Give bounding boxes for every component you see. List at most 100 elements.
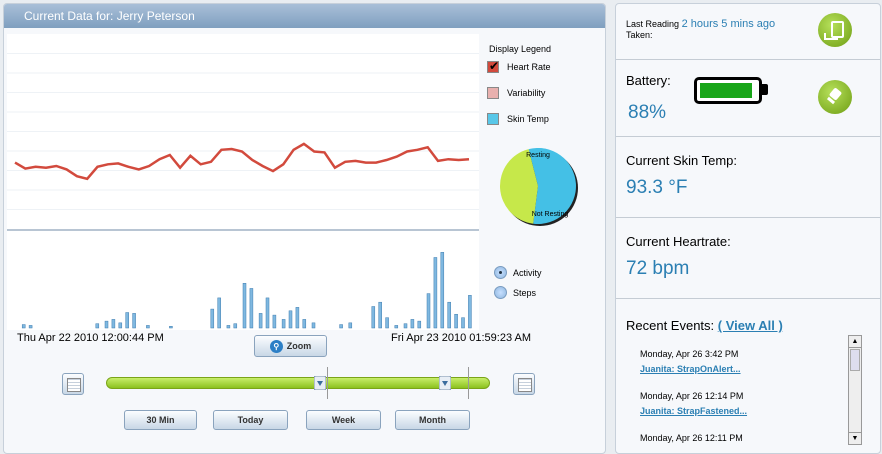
view-all-link[interactable]: ( View All ) xyxy=(718,318,783,333)
activity-bar xyxy=(242,283,247,329)
slider-start-thumb[interactable] xyxy=(314,376,326,390)
pie-label-resting: Resting xyxy=(526,152,550,159)
steps-radio[interactable] xyxy=(494,286,507,299)
range-end: Fri Apr 23 2010 01:59:23 AM xyxy=(391,332,532,344)
variability-checkbox[interactable] xyxy=(487,87,499,99)
events-scrollbar[interactable]: ▲ ▼ xyxy=(848,335,862,445)
activity-bar xyxy=(272,314,277,329)
scroll-thumb[interactable] xyxy=(850,349,860,371)
range-30min-button[interactable]: 30 Min xyxy=(124,410,197,430)
heartrate-section: Current Heartrate: 72 bpm xyxy=(616,218,880,299)
event-date: Monday, Apr 26 12:14 PM xyxy=(640,391,744,401)
activity-bar xyxy=(281,319,286,329)
battery-section: Battery: 88% xyxy=(616,60,880,137)
activity-bar xyxy=(302,319,307,329)
event-link[interactable]: Juanita: StrapFastened... xyxy=(640,406,747,416)
activity-bar xyxy=(258,313,263,329)
activity-bar xyxy=(385,317,389,329)
activity-bar xyxy=(28,325,33,329)
patient-name: Jerry Peterson xyxy=(116,9,195,23)
activity-bar xyxy=(433,257,438,329)
chart-svg xyxy=(7,53,479,329)
legend-item-heart-rate[interactable]: ✔ Heart Rate xyxy=(487,59,551,73)
last-reading-section: Last Reading 2 hours 5 mins ago Taken: xyxy=(616,4,880,60)
activity-bar xyxy=(440,252,445,329)
skin-temp-value: 93.3 °F xyxy=(626,177,688,198)
activity-bar xyxy=(146,325,150,329)
event-date: Monday, Apr 26 12:11 PM xyxy=(640,433,743,443)
skin-temp-checkbox[interactable] xyxy=(487,113,499,125)
battery-label: Battery: xyxy=(626,73,671,88)
heart-rate-checkbox[interactable]: ✔ xyxy=(487,59,499,73)
activity-bar xyxy=(447,301,451,329)
heartrate-value: 72 bpm xyxy=(626,258,690,279)
option-activity[interactable]: Activity xyxy=(494,266,542,279)
activity-label: Activity xyxy=(513,267,542,278)
chart-area xyxy=(7,34,479,330)
activity-bar xyxy=(210,308,215,329)
zoom-label: Zoom xyxy=(286,341,312,351)
activity-bar xyxy=(311,322,316,329)
activity-bar xyxy=(169,326,173,329)
battery-icon xyxy=(694,77,762,104)
range-start: Thu Apr 22 2010 12:00:44 PM xyxy=(17,332,164,344)
activity-bar xyxy=(233,323,238,329)
legend-label-variability: Variability xyxy=(507,88,546,98)
zoom-button[interactable]: ⚲ Zoom xyxy=(254,335,327,357)
activity-bar xyxy=(410,319,415,329)
activity-bar xyxy=(111,319,116,329)
power-plug-icon[interactable] xyxy=(818,80,852,114)
activity-bar xyxy=(288,310,293,329)
activity-bar xyxy=(249,288,254,329)
magnifier-icon: ⚲ xyxy=(269,340,283,354)
panel-titlebar: Current Data for: Jerry Peterson xyxy=(4,4,605,28)
activity-bar xyxy=(104,320,109,329)
activity-bar xyxy=(217,297,221,329)
event-link[interactable]: Juanita: StrapOnAlert... xyxy=(640,364,741,374)
activity-bar xyxy=(265,297,270,329)
activity-radio[interactable] xyxy=(494,266,507,279)
activity-bar xyxy=(348,322,353,329)
legend-item-variability[interactable]: Variability xyxy=(487,87,545,99)
scroll-down-icon[interactable]: ▼ xyxy=(849,432,861,444)
taken-label: Taken: xyxy=(626,30,653,40)
legend-item-skin-temp[interactable]: Skin Temp xyxy=(487,113,549,125)
steps-label: Steps xyxy=(513,287,537,298)
activity-bar xyxy=(132,313,136,329)
pie-label-not-resting: Not Resting xyxy=(532,211,569,218)
scroll-up-icon[interactable]: ▲ xyxy=(849,336,861,348)
resting-pie-chart: Resting Not Resting xyxy=(500,148,578,226)
recent-events-label: Recent Events: ( View All ) xyxy=(626,318,783,333)
range-month-button[interactable]: Month xyxy=(395,410,470,430)
calendar-start-icon[interactable] xyxy=(62,373,84,395)
activity-bar xyxy=(403,323,408,329)
activity-bar xyxy=(378,301,382,329)
activity-bar xyxy=(371,306,376,329)
activity-bar xyxy=(295,307,300,329)
activity-bar xyxy=(426,293,431,329)
skin-temp-label: Current Skin Temp: xyxy=(626,153,738,168)
option-steps[interactable]: Steps xyxy=(494,286,536,299)
event-date: Monday, Apr 26 3:42 PM xyxy=(640,349,739,359)
slider-end-thumb[interactable] xyxy=(439,376,451,390)
time-range-slider[interactable] xyxy=(106,377,490,389)
legend-label-heart-rate: Heart Rate xyxy=(507,62,551,72)
activity-bar xyxy=(454,313,458,329)
activity-bar xyxy=(461,317,465,329)
battery-value: 88% xyxy=(628,102,667,123)
heartrate-label: Current Heartrate: xyxy=(626,234,731,249)
sync-device-icon[interactable] xyxy=(818,13,852,47)
skin-temp-section: Current Skin Temp: 93.3 °F xyxy=(616,137,880,218)
activity-bar xyxy=(118,322,123,329)
activity-bar xyxy=(394,325,399,329)
range-today-button[interactable]: Today xyxy=(213,410,288,430)
last-reading-value: 2 hours 5 mins ago xyxy=(681,18,776,30)
last-reading-label: Last Reading 2 hours 5 mins ago xyxy=(626,18,776,30)
activity-bar xyxy=(339,324,343,329)
calendar-end-icon[interactable] xyxy=(513,373,535,395)
legend-title: Display Legend xyxy=(489,44,552,54)
activity-bar xyxy=(125,312,129,329)
title-prefix: Current Data for: xyxy=(24,9,114,23)
activity-bar xyxy=(226,325,231,329)
range-week-button[interactable]: Week xyxy=(306,410,381,430)
